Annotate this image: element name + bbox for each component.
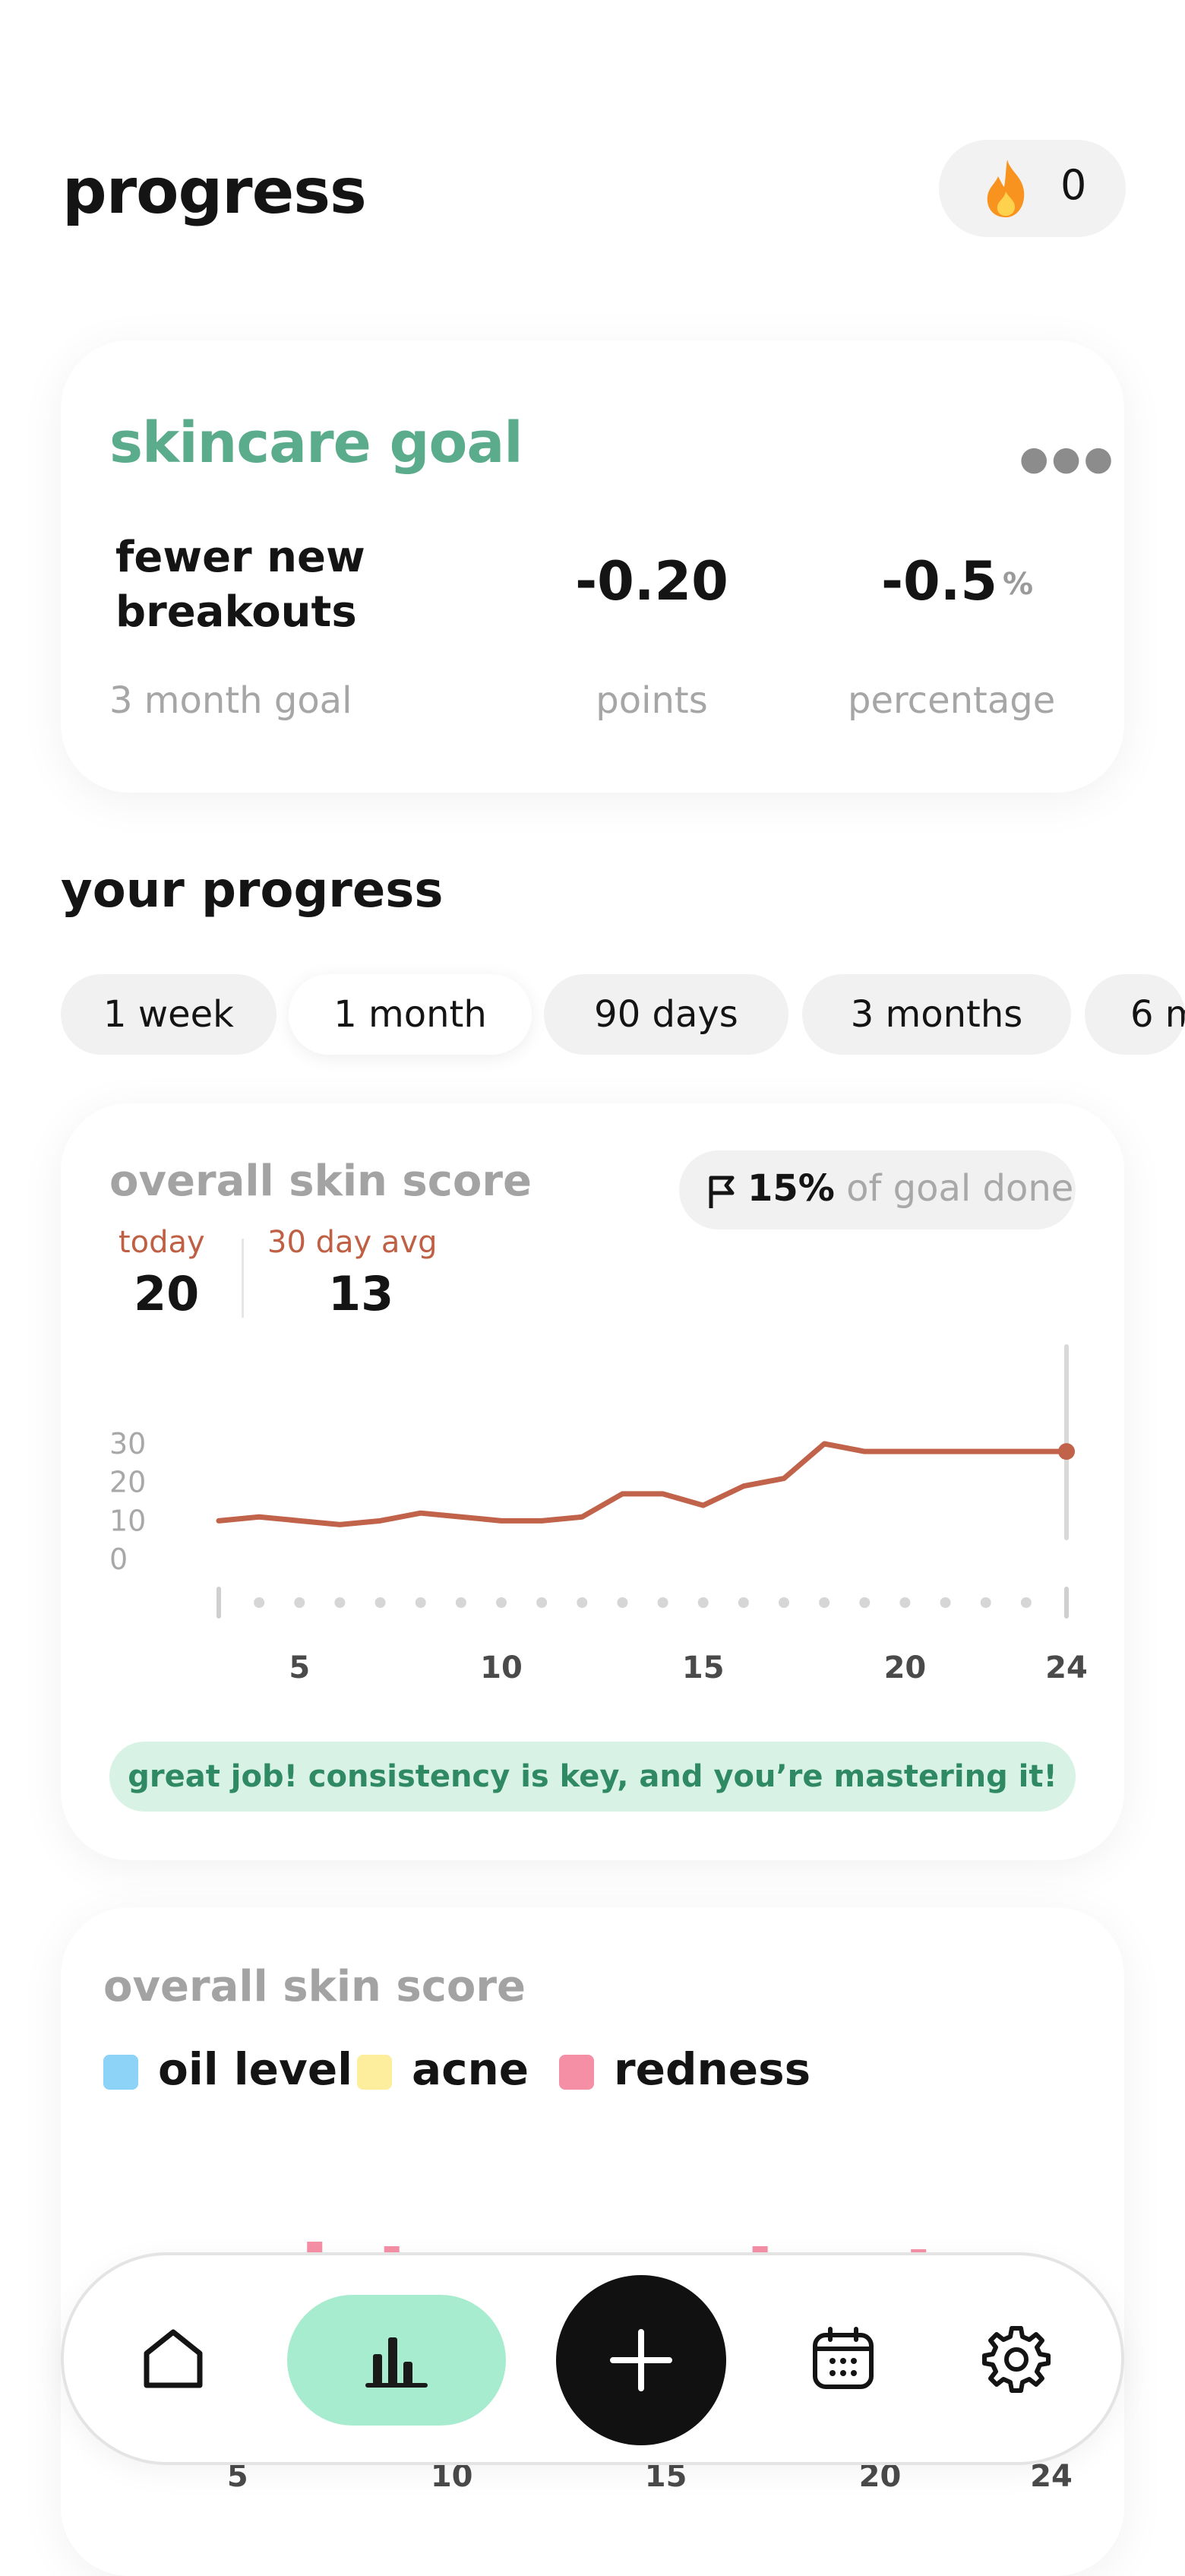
goal-name-line2: breakouts <box>115 587 357 637</box>
x-tick-label: 5 <box>289 1650 310 1685</box>
goal-percent: 15% <box>747 1167 835 1210</box>
line-series <box>216 1441 1070 1527</box>
skin-score-line-chart: 0 10 20 30 5 10 15 20 24 <box>109 1344 1088 1685</box>
x-tick-label: 20 <box>884 1650 927 1685</box>
day-dot <box>779 1597 789 1608</box>
goal-name-line1: fewer new <box>115 533 365 582</box>
goal-duration-label: 3 month goal <box>109 679 352 722</box>
today-value: 20 <box>134 1266 200 1321</box>
legend-redness-label: redness <box>614 2043 811 2095</box>
x-tick-label: 10 <box>480 1650 523 1685</box>
bar-chart-icon <box>365 2337 428 2388</box>
goal-card-title: skincare goal <box>109 410 523 476</box>
legend-redness-swatch <box>559 2055 594 2090</box>
tab-6-months[interactable]: 6 months <box>1085 974 1185 1055</box>
more-dots-icon[interactable]: ●●● <box>1019 439 1116 478</box>
day-dot <box>415 1597 426 1608</box>
nav-progress-button[interactable] <box>287 2295 506 2426</box>
skin-score-title: overall skin score <box>109 1157 532 1206</box>
progress-section-title: your progress <box>61 862 444 919</box>
goal-percentage-unit: % <box>1003 567 1034 602</box>
x-tick-label: 24 <box>1045 1650 1088 1685</box>
goal-suffix: of goal done <box>834 1167 1074 1210</box>
y-tick-label: 10 <box>109 1504 146 1537</box>
day-dot <box>577 1597 588 1608</box>
day-dot <box>899 1597 911 1608</box>
encouragement-banner: great job! consistency is key, and you’r… <box>109 1742 1076 1812</box>
goal-progress-pill[interactable]: 15% of goal done <box>679 1150 1076 1229</box>
flame-icon <box>987 160 1025 217</box>
nav-settings-button[interactable] <box>965 2307 1068 2410</box>
avg-value: 13 <box>328 1266 394 1321</box>
goal-points-label: points <box>596 679 708 722</box>
skincare-goal-card: skincare goal ●●● fewer new breakouts -0… <box>61 340 1124 793</box>
streak-count: 0 <box>1060 161 1087 209</box>
day-dot <box>940 1597 951 1608</box>
day-dot <box>1020 1597 1032 1608</box>
day-dot <box>536 1597 548 1608</box>
calendar-icon <box>813 2327 874 2389</box>
plus-icon <box>610 2329 672 2391</box>
y-tick-label: 0 <box>109 1543 128 1576</box>
tab-3-months[interactable]: 3 months <box>802 974 1071 1055</box>
nav-calendar-button[interactable] <box>792 2307 895 2410</box>
day-dot <box>455 1597 466 1608</box>
goal-progress-text: 15% of goal done <box>747 1167 1073 1210</box>
x-tick-label: 15 <box>682 1650 725 1685</box>
goal-percentage-label: percentage <box>848 679 1056 722</box>
flag-icon <box>709 1176 735 1208</box>
gear-icon <box>982 2326 1051 2393</box>
skin-score-card: overall skin score 15% of goal done toda… <box>61 1103 1124 1860</box>
day-dot <box>819 1597 830 1608</box>
goal-name: fewer new breakouts <box>115 530 365 640</box>
day-dot <box>294 1597 305 1608</box>
stat-divider <box>242 1239 244 1318</box>
day-dot <box>617 1597 628 1608</box>
tab-1-month[interactable]: 1 month <box>289 974 532 1055</box>
y-tick-label: 20 <box>109 1466 146 1499</box>
day-dot <box>496 1597 507 1608</box>
skin-factors-title: overall skin score <box>103 1962 526 2011</box>
avg-label: 30 day avg <box>267 1225 438 1260</box>
page-title: progress <box>62 156 367 228</box>
nav-home-button[interactable] <box>122 2307 225 2410</box>
day-dot <box>859 1597 871 1608</box>
today-label: today <box>118 1225 205 1260</box>
day-dot <box>254 1597 265 1608</box>
legend-oil-swatch <box>103 2055 138 2090</box>
day-dot <box>738 1597 749 1608</box>
day-dot <box>374 1597 386 1608</box>
goal-percentage-value: -0.5 <box>881 550 998 612</box>
nav-add-button[interactable] <box>556 2275 726 2445</box>
legend-acne-swatch <box>357 2055 392 2090</box>
skin-factors-card: overall skin score oil level acne rednes… <box>61 1907 1124 2576</box>
y-tick-label: 30 <box>109 1427 146 1460</box>
streak-badge[interactable]: 0 <box>939 140 1126 237</box>
bar-x-tick-label: 24 <box>1030 2459 1073 2494</box>
bottom-nav-bar <box>61 2252 1124 2465</box>
day-dot <box>334 1597 346 1608</box>
home-icon <box>144 2329 203 2388</box>
legend-acne-label: acne <box>412 2043 529 2095</box>
tab-1-week[interactable]: 1 week <box>61 974 276 1055</box>
goal-points-value: -0.20 <box>575 550 728 612</box>
last-point <box>1058 1443 1075 1460</box>
day-dot <box>697 1597 709 1608</box>
day-dot <box>980 1597 991 1608</box>
tab-90-days[interactable]: 90 days <box>544 974 788 1055</box>
legend-oil-label: oil level <box>158 2043 353 2095</box>
day-dot <box>657 1597 668 1608</box>
